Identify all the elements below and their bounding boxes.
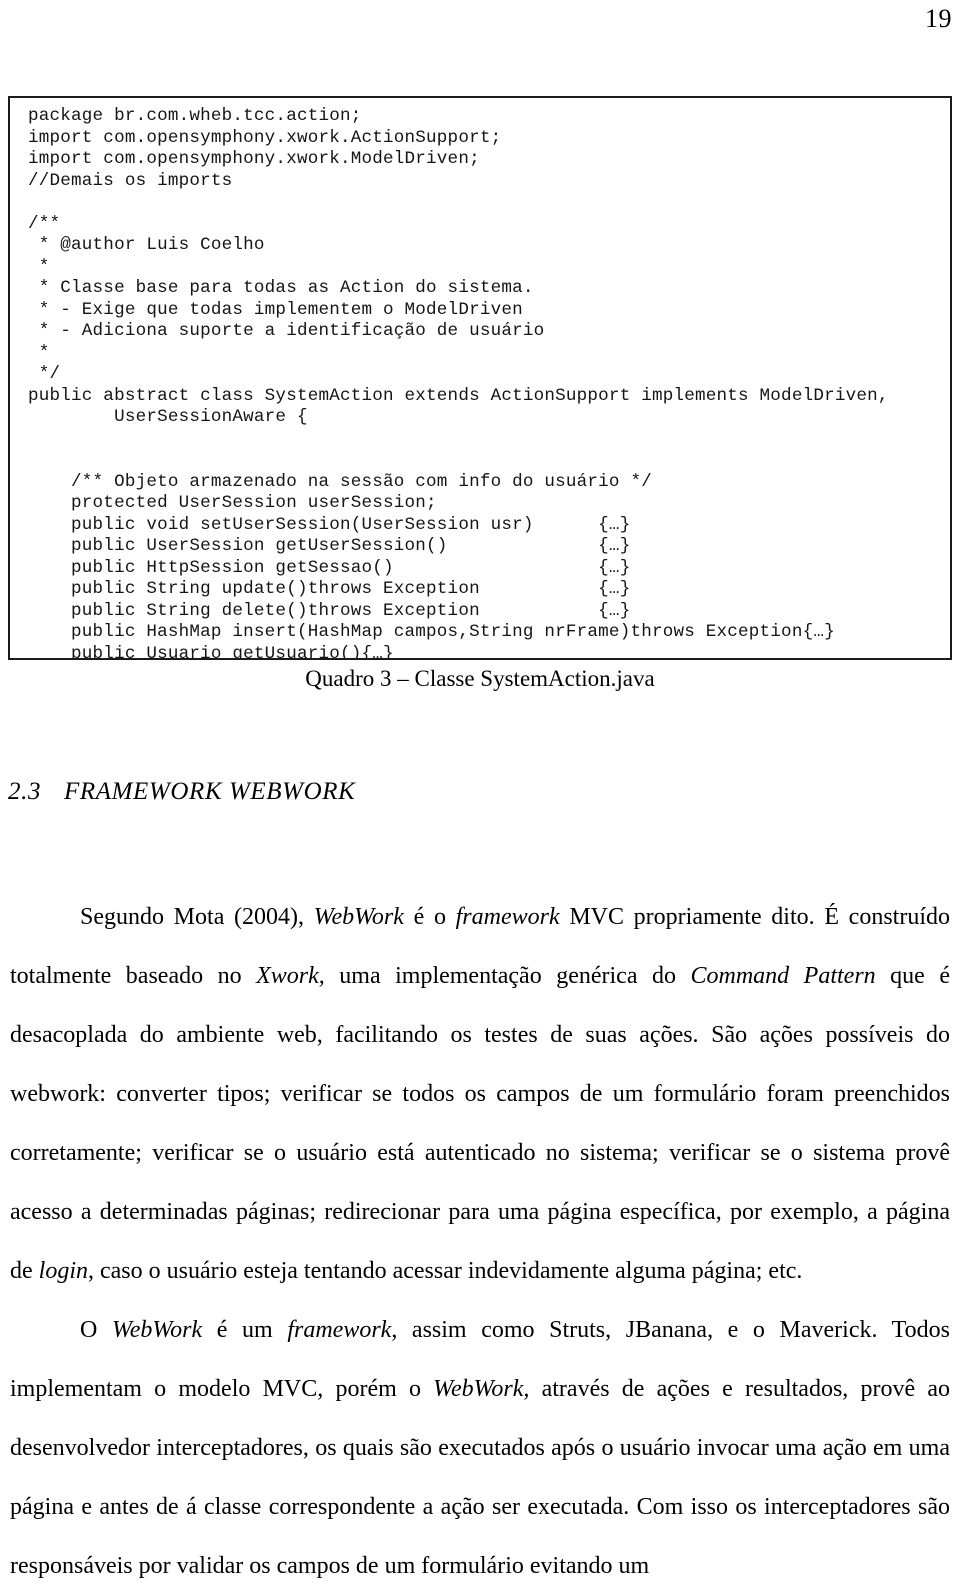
figure-caption: Quadro 3 – Classe SystemAction.java (305, 666, 655, 691)
para-2: O WebWork é um framework, assim como Str… (10, 1301, 950, 1596)
section-title: FRAMEWORK WEBWORK (64, 778, 356, 805)
text-run: uma implementação genérica do (324, 963, 691, 989)
code-line: /** Objeto armazenado na sessão com info… (28, 471, 652, 492)
code-line: protected UserSession userSession; (28, 493, 437, 513)
code-line: * - Exige que todas implementem o ModelD… (28, 299, 523, 320)
code-line: * (28, 256, 50, 277)
text-run: Xwork, (256, 963, 325, 989)
code-line: public Usuario getUsuario(){…} (28, 643, 394, 660)
code-line: public HashMap insert(HashMap campos,Str… (28, 622, 835, 642)
code-line: * (28, 342, 50, 363)
text-run: Segundo Mota (2004), (80, 904, 314, 930)
code-line: import com.opensymphony.xwork.ModelDrive… (28, 149, 480, 169)
body-text: Segundo Mota (2004), WebWork é o framewo… (10, 888, 950, 1596)
text-run: , caso o usuário esteja tentando acessar… (88, 1258, 803, 1284)
code-line: * - Adiciona suporte a identificação de … (28, 321, 545, 341)
text-run: WebWork (111, 1317, 203, 1343)
code-line: public HttpSession getSessao() {…} (28, 557, 631, 578)
code-line: public abstract class SystemAction exten… (28, 385, 889, 406)
code-line: package br.com.wheb.tcc.action; (28, 106, 362, 126)
text-run: framework (287, 1317, 392, 1343)
code-line: import com.opensymphony.xwork.ActionSupp… (28, 127, 502, 148)
code-line: public String delete()throws Exception {… (28, 600, 631, 621)
text-run: login (38, 1258, 88, 1284)
section-number: 2.3 (8, 778, 42, 805)
code-line: //Demais os imports (28, 170, 233, 191)
page-number: 19 (925, 4, 952, 33)
code-line: UserSessionAware { (28, 407, 308, 427)
code-line: * Classe base para todas as Action do si… (28, 278, 534, 298)
code-line: public void setUserSession(UserSession u… (28, 514, 631, 535)
code-line: public UserSession getUserSession() {…} (28, 536, 631, 556)
text-run: Command Pattern (690, 963, 876, 989)
para-1: Segundo Mota (2004), WebWork é o framewo… (10, 888, 950, 1301)
text-run: é o (403, 904, 456, 930)
text-run: framework (455, 904, 560, 930)
code-listing-box: package br.com.wheb.tcc.action; import co… (8, 96, 952, 660)
code-line: */ (28, 364, 61, 384)
text-run: WebWork (313, 904, 404, 930)
text-run: é um (202, 1317, 288, 1343)
code-listing-content: package br.com.wheb.tcc.action; import co… (10, 98, 950, 660)
code-line: /** (28, 213, 61, 234)
text-run: que é desacoplada do ambiente web, facil… (10, 963, 950, 1284)
section-heading: 2.3 FRAMEWORK WEBWORK (8, 778, 952, 806)
code-line: public String update()throws Exception {… (28, 579, 631, 599)
code-line: * @author Luis Coelho (28, 235, 265, 255)
text-run: através de ações e resultados, provê ao … (10, 1376, 950, 1579)
text-run: O (80, 1317, 112, 1343)
text-run: WebWork, (433, 1376, 530, 1402)
